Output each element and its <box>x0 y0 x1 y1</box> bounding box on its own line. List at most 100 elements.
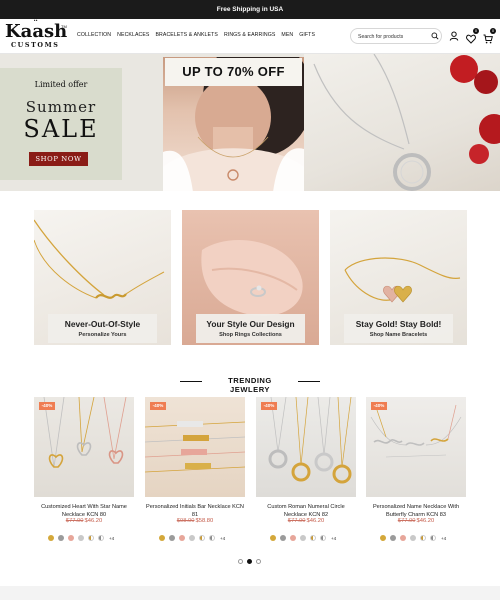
more-swatches[interactable]: +4 <box>331 536 336 541</box>
product-name-line1: Custom Roman Numeral Circle <box>267 504 345 510</box>
swatch-white[interactable] <box>410 535 416 541</box>
swatch-silver[interactable] <box>280 535 286 541</box>
product-card[interactable]: -40% Personalized Initials Bar Necklace … <box>145 397 245 547</box>
hero-offer-panel: Limited offer Summer SALE SHOP NOW <box>0 68 122 180</box>
nav-item-bracelets-anklets[interactable]: BRACELETS & ANKLETS <box>155 32 217 38</box>
nav-item-gifts[interactable]: GIFTS <box>299 32 315 38</box>
swatch-two-tone[interactable] <box>310 535 316 541</box>
search-icon[interactable] <box>431 32 439 40</box>
more-swatches[interactable]: +4 <box>109 536 114 541</box>
swatch-rose[interactable] <box>290 535 296 541</box>
product-image[interactable]: -40% <box>145 397 245 497</box>
carousel-dot-2[interactable] <box>247 559 252 564</box>
swatch-gold[interactable] <box>159 535 165 541</box>
category-title: Your Style Our Design <box>206 319 295 329</box>
wishlist-count-badge: 0 <box>473 28 479 34</box>
nav-item-rings-earrings[interactable]: RINGS & EARRINGS <box>224 32 275 38</box>
category-tile-rings[interactable]: Your Style Our Design Shop Rings Collect… <box>182 210 319 345</box>
old-price: $77.00 <box>397 518 416 524</box>
search-input[interactable] <box>358 32 428 41</box>
main-nav: COLLECTION NECKLACES BRACELETS & ANKLETS… <box>77 32 321 38</box>
product-name[interactable]: Personalized Initials Bar Necklace KCN 81 <box>142 503 248 519</box>
brand-name: Kaa ¨ sh <box>5 20 68 42</box>
category-subtitle: Shop Name Bracelets <box>369 332 428 338</box>
swatch-rose[interactable] <box>400 535 406 541</box>
carousel-dot-1[interactable] <box>238 559 243 564</box>
swatch-two-tone[interactable] <box>199 535 205 541</box>
trending-title: TRENDING JEWLERY <box>228 376 272 394</box>
category-label-bracelets[interactable]: Stay Gold! Stay Bold! Shop Name Bracelet… <box>344 314 453 343</box>
swatch-gold[interactable] <box>48 535 54 541</box>
product-name-line1: Personalized Name Necklace With <box>372 504 460 510</box>
product-image[interactable]: -40% <box>366 397 466 497</box>
product-name[interactable]: Customized Heart With Star Name Necklace … <box>31 503 137 519</box>
bar-necklaces-image <box>145 421 245 473</box>
more-swatches[interactable]: +4 <box>220 536 225 541</box>
swatch-two-tone-silver[interactable] <box>320 535 326 541</box>
cart-count-badge: 0 <box>490 28 496 34</box>
sale-price: $46.20 <box>416 518 435 524</box>
swatch-two-tone-silver[interactable] <box>98 535 104 541</box>
carousel-pagination <box>238 559 261 564</box>
hero-promo-text: UP TO 70% OFF <box>165 58 302 86</box>
heart-necklaces-image <box>43 397 127 468</box>
cart-button[interactable]: 0 <box>483 28 496 44</box>
swatch-silver[interactable] <box>58 535 64 541</box>
swatch-white[interactable] <box>78 535 84 541</box>
color-swatches: +4 <box>48 534 138 542</box>
product-image[interactable]: -40% <box>34 397 134 497</box>
shop-now-button[interactable]: SHOP NOW <box>29 152 88 166</box>
product-card[interactable]: -40% Customized Heart With Star Name Neck… <box>34 397 134 547</box>
brand-logo[interactable]: Kaa ¨ sh TM CUSTOMS <box>5 20 69 50</box>
brand-trademark: TM <box>61 24 67 29</box>
roman-necklace-image <box>313 54 500 191</box>
category-tile-necklaces[interactable]: Never-Out-Of-Style Personalize Yours <box>34 210 171 345</box>
swatch-two-tone-silver[interactable] <box>430 535 436 541</box>
product-name-line1: Personalized Initials Bar Necklace KCN <box>146 504 244 510</box>
swatch-white[interactable] <box>300 535 306 541</box>
heading-divider-left <box>180 381 202 382</box>
old-price: $98.00 <box>176 518 195 524</box>
wishlist-button[interactable]: 0 <box>466 28 479 44</box>
heading-divider-right <box>298 381 320 382</box>
color-swatches: +4 <box>270 534 360 542</box>
swatch-two-tone[interactable] <box>88 535 94 541</box>
product-price: $77.00$46.20 <box>34 518 134 524</box>
category-label-necklaces[interactable]: Never-Out-Of-Style Personalize Yours <box>48 314 157 343</box>
user-icon[interactable] <box>449 31 459 41</box>
roman-circle-necklaces-image <box>268 397 352 484</box>
nav-item-collection[interactable]: COLLECTION <box>77 32 111 38</box>
swatch-gold[interactable] <box>270 535 276 541</box>
category-subtitle: Personalize Yours <box>78 332 127 338</box>
swatch-silver[interactable] <box>169 535 175 541</box>
trending-heading: TRENDING JEWLERY <box>180 375 320 394</box>
color-swatches: +4 <box>159 534 249 542</box>
product-card[interactable]: -40% Personalized Name Necklace With Butt… <box>366 397 466 547</box>
product-price: $77.00$46.20 <box>366 518 466 524</box>
nav-item-men[interactable]: MEN <box>281 32 293 38</box>
more-swatches[interactable]: +4 <box>441 536 446 541</box>
product-image[interactable]: -40% <box>256 397 356 497</box>
product-card[interactable]: -40% Custom Roman Numeral Circle Necklace… <box>256 397 356 547</box>
site-header: Kaa ¨ sh TM CUSTOMS COLLECTION NECKLACES B… <box>0 19 500 54</box>
swatch-silver[interactable] <box>390 535 396 541</box>
category-label-rings[interactable]: Your Style Our Design Shop Rings Collect… <box>196 314 305 343</box>
swatch-rose[interactable] <box>68 535 74 541</box>
swatch-two-tone-silver[interactable] <box>209 535 215 541</box>
category-tile-bracelets[interactable]: Stay Gold! Stay Bold! Shop Name Bracelet… <box>330 210 467 345</box>
old-price: $77.00 <box>287 518 306 524</box>
category-title: Never-Out-Of-Style <box>64 319 141 329</box>
nav-item-necklaces[interactable]: NECKLACES <box>117 32 149 38</box>
sale-price: $46.20 <box>306 518 325 524</box>
carousel-dot-3[interactable] <box>256 559 261 564</box>
heart-icon <box>466 34 476 44</box>
category-subtitle: Shop Rings Collections <box>219 332 282 338</box>
product-name[interactable]: Personalized Name Necklace With Butterfly… <box>363 503 469 519</box>
swatch-rose[interactable] <box>179 535 185 541</box>
cart-icon <box>483 34 493 44</box>
product-name[interactable]: Custom Roman Numeral Circle Necklace KCN … <box>253 503 359 519</box>
swatch-two-tone[interactable] <box>420 535 426 541</box>
swatch-gold[interactable] <box>380 535 386 541</box>
swatch-white[interactable] <box>189 535 195 541</box>
hero-banner[interactable]: Limited offer Summer SALE SHOP NOW UP TO… <box>0 54 500 191</box>
